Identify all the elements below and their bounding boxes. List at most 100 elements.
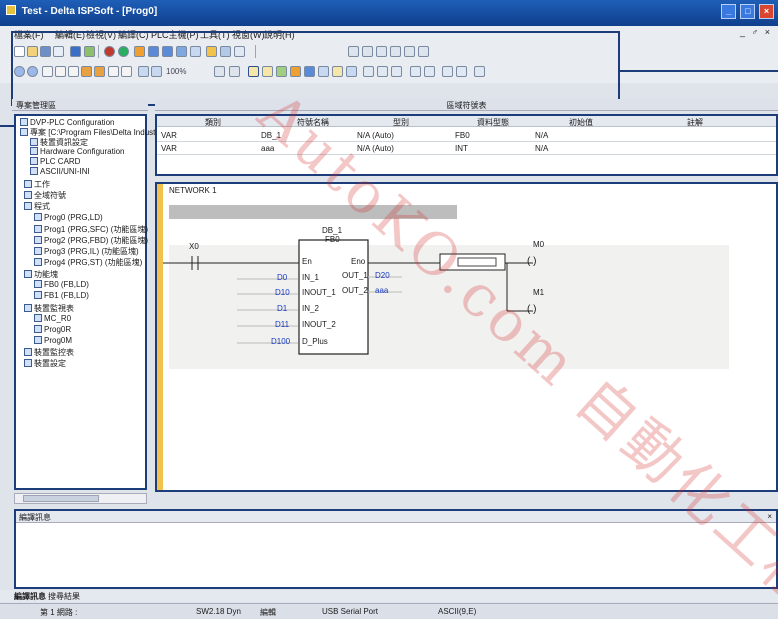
tree-item[interactable]: 裝置監控表 [24, 347, 74, 358]
contact-tool-icon[interactable] [348, 46, 359, 57]
ladder-editor[interactable]: NETWORK 1 X0 DB_1 FB0 En Eno IN_1 INOUT_… [155, 182, 778, 492]
menu-plc[interactable]: PLC主機(P) [151, 28, 199, 41]
block-instance-name[interactable]: DB_1 [322, 226, 342, 235]
zoom-level[interactable]: 100% [166, 67, 186, 76]
tab-search-results[interactable]: 搜尋結果 [48, 591, 80, 602]
reset-icon[interactable] [456, 66, 467, 77]
select-tool-icon[interactable] [248, 66, 259, 77]
table-icon[interactable] [220, 46, 231, 57]
tree-item[interactable]: 裝置監視表 [24, 303, 74, 314]
vline-icon[interactable] [377, 66, 388, 77]
run-icon[interactable] [118, 46, 129, 57]
rising-edge-icon[interactable] [391, 66, 402, 77]
tree-item[interactable]: PLC CARD [30, 157, 80, 166]
print-icon[interactable] [53, 46, 64, 57]
tree-item[interactable]: 功能塊 [24, 269, 58, 280]
falling-edge-icon[interactable] [410, 66, 421, 77]
tree-item[interactable]: 程式 [24, 201, 50, 212]
tree-item[interactable]: 裝置設定 [24, 358, 66, 369]
tree-item[interactable]: FB0 (FB,LD) [34, 280, 89, 289]
block-tool-icon[interactable] [376, 46, 387, 57]
device-comment-icon[interactable] [276, 66, 287, 77]
new-file-icon[interactable] [14, 46, 25, 57]
fb-icon[interactable] [318, 66, 329, 77]
lock-icon[interactable] [206, 46, 217, 57]
coil-m0-label[interactable]: M0 [533, 240, 544, 249]
goto-icon[interactable] [474, 66, 485, 77]
trace-icon[interactable] [234, 46, 245, 57]
zoom-out-icon[interactable] [27, 66, 38, 77]
maximize-button[interactable]: □ [740, 4, 756, 19]
coil-m0[interactable]: ( ) [527, 256, 536, 267]
api-icon[interactable] [346, 66, 357, 77]
stop-icon[interactable] [104, 46, 115, 57]
tree-item[interactable]: Prog0R [34, 325, 71, 334]
find-icon[interactable] [108, 66, 119, 77]
check-icon[interactable] [84, 46, 95, 57]
tree-item[interactable]: 工作 [24, 179, 50, 190]
table-row[interactable]: VAR DB_1 N/A (Auto) FB0 N/A [157, 129, 776, 142]
delete-network-icon[interactable] [229, 66, 240, 77]
tree-item[interactable]: Prog2 (PRG,FBD) (功能區塊) [34, 235, 148, 246]
device-inout1[interactable]: D10 [275, 288, 290, 297]
menu-compile[interactable]: 編譯(C) [118, 28, 149, 41]
minimize-button[interactable]: _ [721, 4, 737, 19]
menu-tools[interactable]: 工具(T) [200, 28, 230, 41]
online-icon[interactable] [134, 46, 145, 57]
line-tool-icon[interactable] [390, 46, 401, 57]
coil-tool-icon[interactable] [362, 46, 373, 57]
tree-horizontal-scrollbar[interactable] [14, 493, 147, 504]
instruction-icon[interactable] [304, 66, 315, 77]
cut-icon[interactable] [42, 66, 53, 77]
branch-tool-icon[interactable] [404, 46, 415, 57]
zoom-icon[interactable] [138, 66, 149, 77]
insert-network-icon[interactable] [214, 66, 225, 77]
device-in1[interactable]: D0 [277, 273, 287, 282]
paste-icon[interactable] [68, 66, 79, 77]
tree-item[interactable]: Prog0 (PRG,LD) [34, 213, 103, 222]
mdi-controls[interactable]: _ ♂ × [740, 27, 772, 37]
tree-item[interactable]: DVP-PLC Configuration [20, 118, 114, 127]
zoom-fit-icon[interactable] [151, 66, 162, 77]
open-folder-icon[interactable] [27, 46, 38, 57]
coil-m1-label[interactable]: M1 [533, 288, 544, 297]
undo-icon[interactable] [81, 66, 92, 77]
tree-item[interactable]: Hardware Configuration [30, 147, 125, 156]
menu-file[interactable]: 檔案(F) [14, 28, 44, 41]
menu-view[interactable]: 檢視(V) [86, 28, 116, 41]
symbol-icon[interactable] [290, 66, 301, 77]
device-out2[interactable]: aaa [375, 286, 388, 295]
redo-icon[interactable] [94, 66, 105, 77]
not-icon[interactable] [424, 66, 435, 77]
menu-edit[interactable]: 編輯(E) [55, 28, 85, 41]
compile-icon[interactable] [70, 46, 81, 57]
upload-icon[interactable] [148, 46, 159, 57]
tree-item[interactable]: Prog3 (PRG,IL) (功能區塊) [34, 246, 139, 257]
replace-icon[interactable] [121, 66, 132, 77]
tree-item[interactable]: FB1 (FB,LD) [34, 291, 89, 300]
menu-help[interactable]: 說明(H) [264, 28, 295, 41]
tab-compile-messages[interactable]: 編譯訊息 [14, 591, 46, 602]
delete-line-icon[interactable] [418, 46, 429, 57]
tree-item[interactable]: Prog1 (PRG,SFC) (功能區塊) [34, 224, 148, 235]
table-row[interactable]: VAR aaa N/A (Auto) INT N/A [157, 142, 776, 155]
tree-item[interactable]: Prog0M [34, 336, 72, 345]
comment-icon[interactable] [262, 66, 273, 77]
set-icon[interactable] [442, 66, 453, 77]
tree-item[interactable]: MC_R0 [34, 314, 71, 323]
param-icon[interactable] [332, 66, 343, 77]
save-icon[interactable] [40, 46, 51, 57]
zoom-in-icon[interactable] [14, 66, 25, 77]
device-inout2[interactable]: D11 [275, 320, 289, 329]
hline-icon[interactable] [363, 66, 374, 77]
download-icon[interactable] [162, 46, 173, 57]
coil-m1[interactable]: ( ) [527, 304, 536, 315]
close-icon[interactable]: × [767, 512, 772, 521]
device-in2[interactable]: D1 [277, 304, 287, 313]
device-icon[interactable] [190, 46, 201, 57]
tree-item[interactable]: 全域符號 [24, 190, 66, 201]
scrollbar-thumb[interactable] [23, 495, 99, 502]
device-dplus[interactable]: D100 [271, 337, 290, 346]
close-button[interactable]: × [759, 4, 774, 19]
contact-x0[interactable]: X0 [189, 242, 199, 251]
